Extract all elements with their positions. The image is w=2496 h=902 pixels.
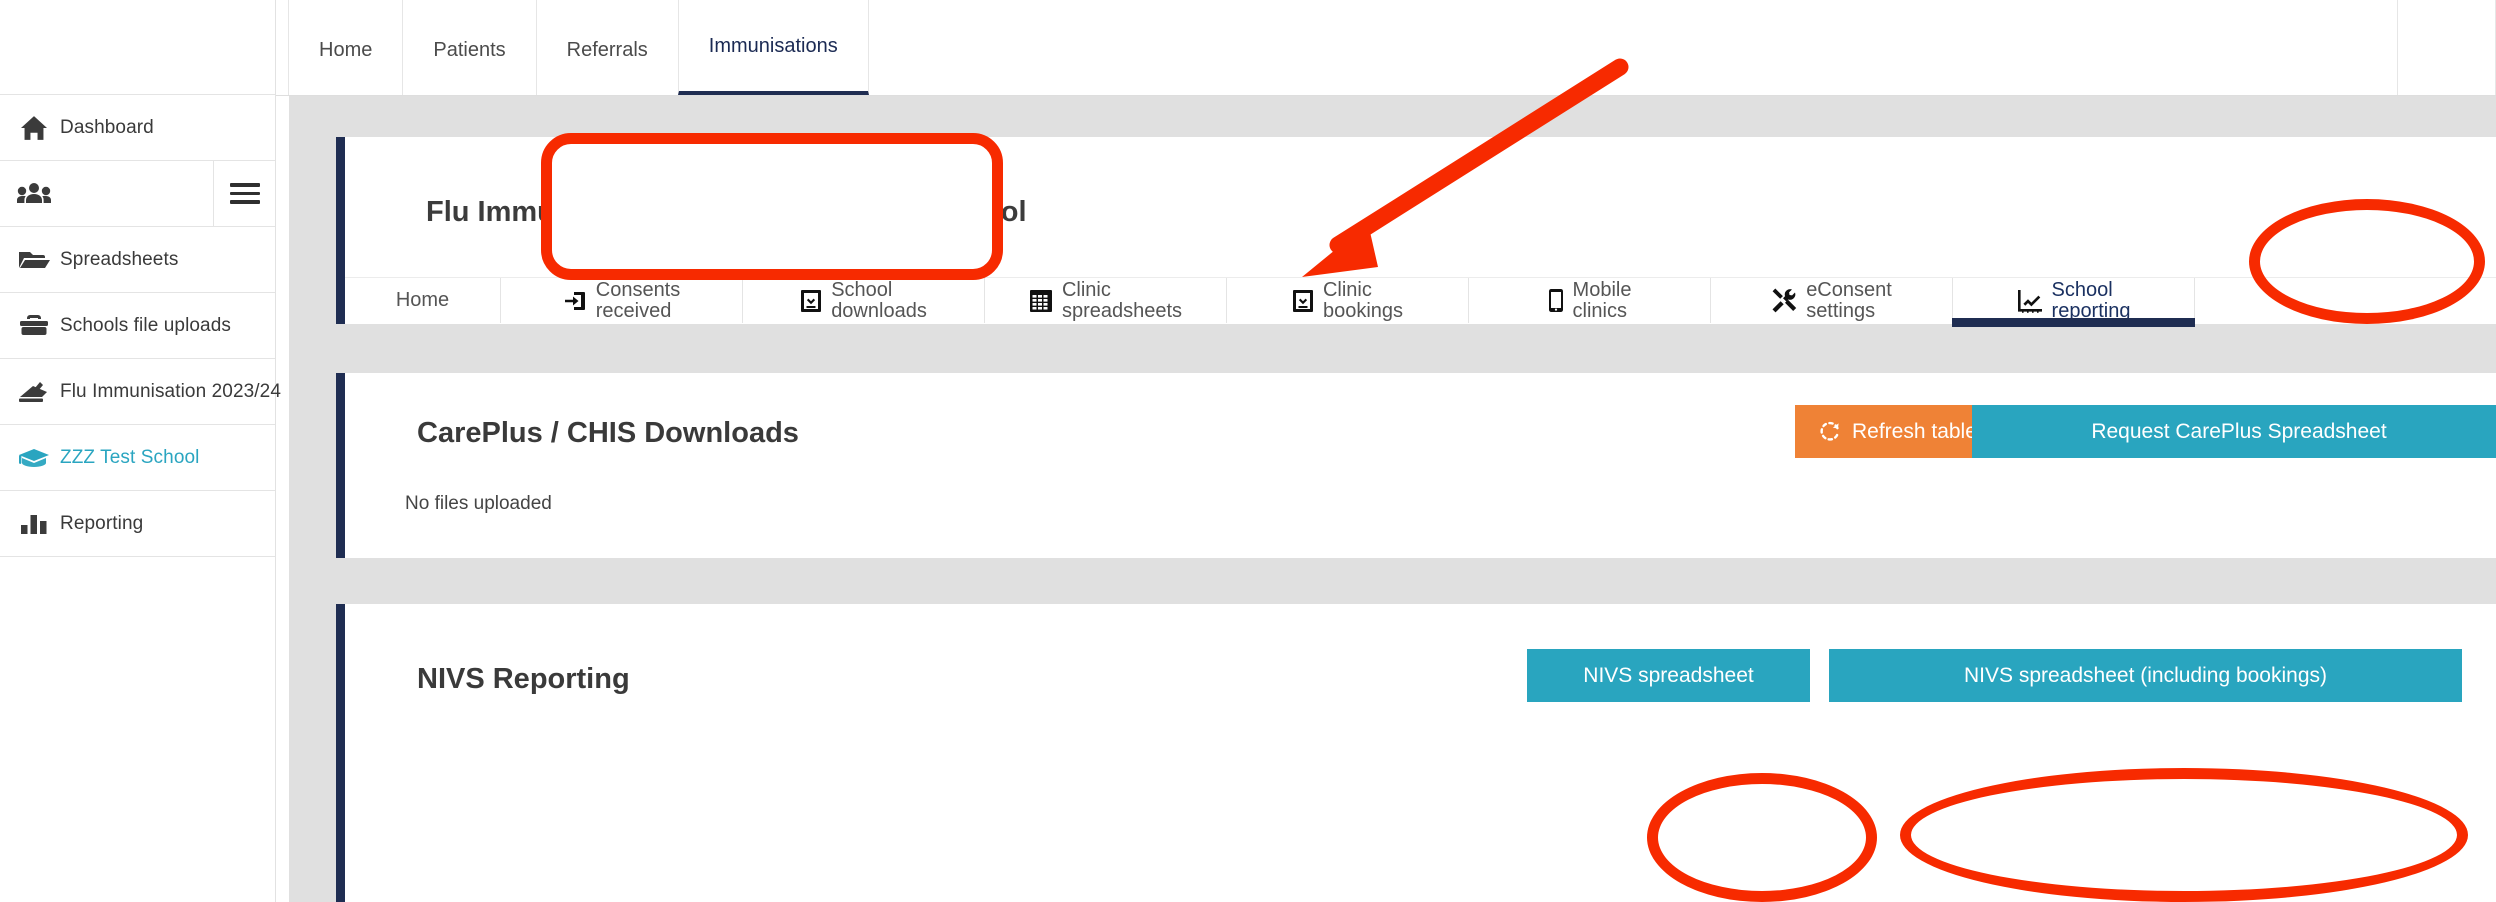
tab-referrals[interactable]: Referrals [536,0,679,95]
careplus-heading: CarePlus / CHIS Downloads [417,417,799,450]
sidebar-item-reporting[interactable]: Reporting [0,491,275,557]
sidebar-item-label: Spreadsheets [60,249,178,271]
sidebar-item-schools-file-uploads[interactable]: Schools file uploads [0,293,275,359]
graduation-icon [8,447,60,469]
hamburger-icon[interactable] [213,161,275,226]
table-icon [1029,289,1053,313]
subnav-tab-label: School downloads [831,280,927,322]
home-icon [8,115,60,141]
subnav-tab-label: School reporting [2052,280,2131,322]
nivs-reporting-card: NIVS Reporting NIVS spreadsheet NIVS spr… [336,604,2496,902]
subnav-tab-home[interactable]: Home [345,278,501,323]
topnav-spacer [868,0,2397,95]
bar-chart-icon [8,512,60,536]
subnav-tab-school-reporting[interactable]: School reporting [1953,278,2195,323]
refresh-icon [1819,421,1841,443]
sign-in-icon [563,289,587,313]
nivs-heading: NIVS Reporting [417,663,630,696]
sidebar: Dashboard [0,0,276,902]
refresh-table-label: Refresh table [1852,420,1977,444]
sidebar-item-label: Schools file uploads [60,315,231,337]
topnav-end-cell [2397,0,2496,95]
subnav-tab-label: Mobile clinics [1573,280,1632,322]
sidebar-logo-area [0,0,275,95]
app-root: Dashboard [0,0,2496,902]
hamburger-bars [230,178,260,209]
nivs-spreadsheet-button[interactable]: NIVS spreadsheet [1527,649,1810,702]
subnav-tab-clinic-spreadsheets[interactable]: Clinic spreadsheets [985,278,1227,323]
subnav-tab-consents-received[interactable]: Consents received [501,278,743,323]
nivs-spreadsheet-including-bookings-button[interactable]: NIVS spreadsheet (including bookings) [1829,649,2462,702]
subnav-tab-label: Clinic bookings [1323,280,1403,322]
sidebar-item-dashboard[interactable]: Dashboard [0,95,275,161]
sidebar-item-spreadsheets[interactable]: Spreadsheets [0,227,275,293]
refresh-table-button[interactable]: Refresh table [1795,405,2001,458]
users-icon [8,182,60,206]
tab-home[interactable]: Home [288,0,403,95]
sidebar-item-flu-immunisation[interactable]: Flu Immunisation 2023/24 [0,359,275,425]
sidebar-item-patients[interactable] [0,161,275,227]
subnav-tab-mobile-clinics[interactable]: Mobile clinics [1469,278,1711,323]
folder-icon [8,248,60,272]
sidebar-item-label: Flu Immunisation 2023/24 [60,381,281,403]
tab-immunisations[interactable]: Immunisations [678,0,869,95]
subnav-tab-label: Home [396,290,449,311]
tab-patients[interactable]: Patients [402,0,536,95]
subnav-tab-label: Consents received [596,280,681,322]
chart-line-icon [2017,289,2043,313]
subnav-tab-label: eConsent settings [1806,280,1892,322]
file-download-icon [1292,289,1314,313]
top-navigation-bar: Home Patients Referrals Immunisations [276,0,2496,96]
sidebar-item-label: Dashboard [60,117,154,139]
tools-icon [1771,288,1797,313]
vaccine-icon [8,380,60,404]
request-careplus-spreadsheet-button[interactable]: Request CarePlus Spreadsheet [1972,405,2496,458]
no-files-uploaded-text: No files uploaded [405,493,552,515]
sidebar-item-zzz-test-school[interactable]: ZZZ Test School [0,425,275,491]
subnav-tab-label: Clinic spreadsheets [1062,280,1182,322]
mobile-icon [1548,288,1564,313]
file-download-icon [800,289,822,313]
briefcase-icon [8,313,60,338]
subnav-tab-clinic-bookings[interactable]: Clinic bookings [1227,278,1469,323]
title-highlight-backdrop [552,144,992,269]
sub-navigation: Home Consents received [345,277,2496,323]
subnav-tab-econsent-settings[interactable]: eConsent settings [1711,278,1953,323]
sidebar-item-label: ZZZ Test School [60,447,199,469]
careplus-downloads-card: CarePlus / CHIS Downloads Refresh table … [336,373,2496,558]
subnav-tab-school-downloads[interactable]: School downloads [743,278,985,323]
sidebar-item-label: Reporting [60,513,143,535]
